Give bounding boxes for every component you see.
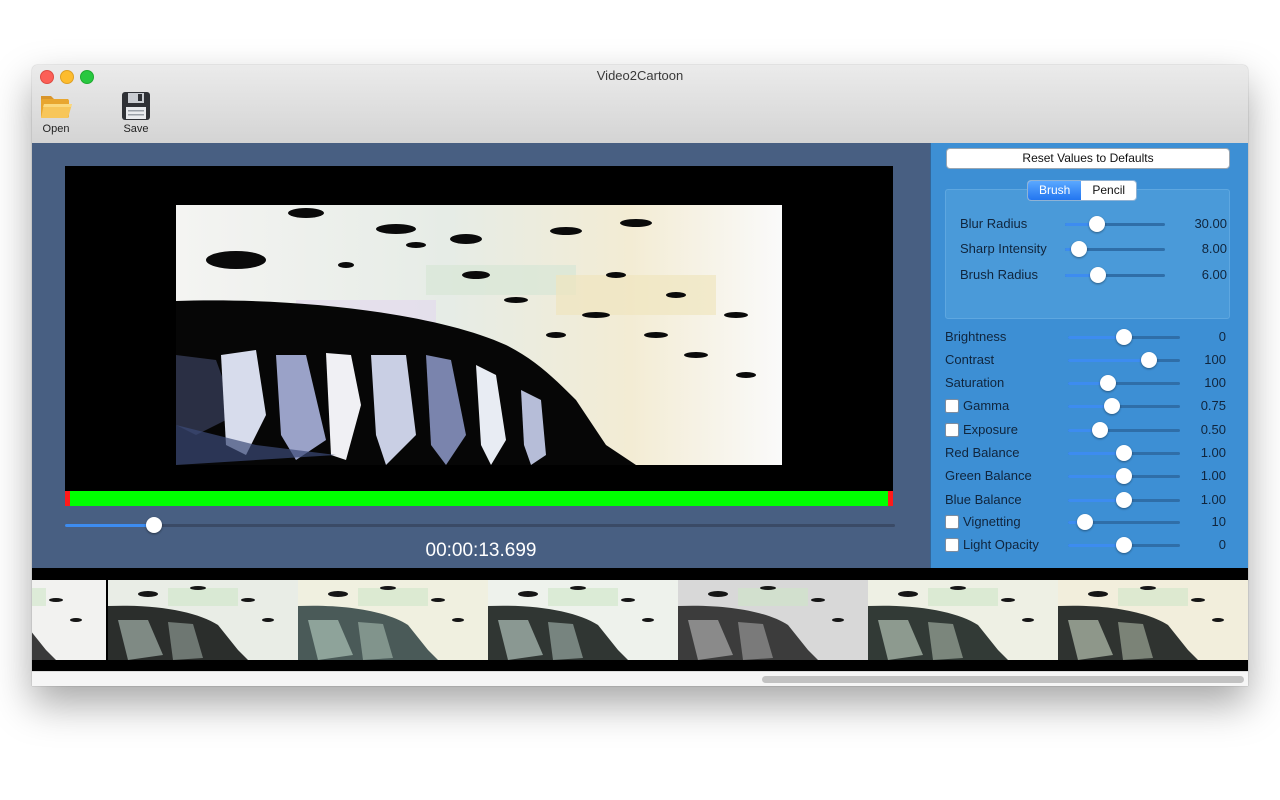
- seek-knob[interactable]: [145, 517, 162, 533]
- slider-row: Brightness 0: [945, 327, 1235, 347]
- horizontal-scroll-thumb[interactable]: [762, 676, 1244, 683]
- slider-row: Contrast 100: [945, 350, 1235, 370]
- mode-brush-segment[interactable]: Brush: [1028, 181, 1082, 200]
- video-preview: [65, 166, 893, 491]
- slider-row: Green Balance 1.00: [945, 466, 1235, 486]
- slider-label: Brightness: [945, 329, 1007, 344]
- slider-label: Green Balance: [945, 468, 1032, 483]
- trim-end-handle[interactable]: [888, 491, 893, 506]
- slider-value: 0: [1218, 329, 1226, 344]
- enable-checkbox[interactable]: [945, 399, 959, 413]
- seek-fill: [65, 524, 154, 527]
- mode-segmented-control[interactable]: Brush Pencil: [1027, 180, 1138, 201]
- open-label: Open: [42, 123, 70, 135]
- save-button[interactable]: Save: [111, 89, 161, 135]
- slider-row: Sharp Intensity 8.00: [960, 239, 1230, 259]
- seek-slider[interactable]: [65, 517, 895, 533]
- slider-value: 0.50: [1200, 422, 1226, 437]
- slider-value: 0.75: [1200, 398, 1226, 413]
- slider-value: 100: [1204, 375, 1226, 390]
- seek-track: [65, 524, 895, 527]
- enable-checkbox[interactable]: [945, 423, 959, 437]
- slider-label: Blur Radius: [960, 216, 1028, 231]
- slider-row: Saturation 100: [945, 373, 1235, 393]
- slider-row: Light Opacity 0: [945, 535, 1235, 555]
- open-button[interactable]: Open: [32, 89, 81, 135]
- slider-row: Red Balance 1.00: [945, 443, 1235, 463]
- horizontal-scrollbar[interactable]: [32, 671, 1248, 686]
- slider-knob[interactable]: [1071, 241, 1087, 257]
- slider-value: 1.00: [1200, 468, 1226, 483]
- settings-panel: Reset Values to Defaults Brush Pencil Bl…: [930, 143, 1248, 568]
- slider-row: Brush Radius 6.00: [960, 265, 1230, 285]
- filmstrip-frame[interactable]: [678, 580, 868, 660]
- slider-label: Blue Balance: [945, 492, 1022, 507]
- filmstrip-frame[interactable]: [488, 580, 678, 660]
- slider-knob[interactable]: [1116, 492, 1132, 508]
- slider-knob[interactable]: [1116, 329, 1132, 345]
- slider-row: Blur Radius 30.00: [960, 214, 1230, 234]
- slider-row: Vignetting 10: [945, 512, 1235, 532]
- enable-checkbox[interactable]: [945, 538, 959, 552]
- slider-value: 100: [1204, 352, 1226, 367]
- video-pane: 00:00:13.699: [32, 143, 930, 568]
- slider-label: Red Balance: [945, 445, 1020, 460]
- slider-label: Vignetting: [963, 514, 1021, 529]
- title-bar: Video2Cartoon Open Save: [32, 65, 1248, 144]
- slider-knob[interactable]: [1100, 375, 1117, 391]
- slider-knob[interactable]: [1116, 445, 1132, 461]
- filmstrip-frame[interactable]: [1058, 580, 1248, 660]
- slider-fill: [1068, 359, 1149, 362]
- slider-row: Blue Balance 1.00: [945, 490, 1235, 510]
- slider-value: 1.00: [1200, 445, 1226, 460]
- slider-label: Exposure: [963, 422, 1018, 437]
- timecode: 00:00:13.699: [425, 540, 537, 561]
- slider-label: Sharp Intensity: [960, 241, 1047, 256]
- slider-value: 8.00: [1201, 241, 1227, 256]
- slider-knob[interactable]: [1103, 398, 1120, 414]
- mode-pencil-segment[interactable]: Pencil: [1081, 181, 1136, 200]
- filmstrip-frame[interactable]: [868, 580, 1058, 660]
- filmstrip-frame[interactable]: [298, 580, 488, 660]
- slider-row: Gamma 0.75: [945, 396, 1235, 416]
- app-window: Video2Cartoon Open Save 00:00:13.699 Res…: [32, 65, 1248, 686]
- reset-defaults-button[interactable]: Reset Values to Defaults: [946, 148, 1230, 169]
- slider-value: 10: [1211, 514, 1226, 529]
- slider-knob[interactable]: [1090, 267, 1106, 283]
- filmstrip-frame[interactable]: [32, 580, 106, 660]
- main-area: 00:00:13.699 Reset Values to Defaults Br…: [32, 143, 1248, 568]
- slider-knob[interactable]: [1116, 537, 1132, 553]
- slider-knob[interactable]: [1116, 468, 1132, 484]
- slider-knob[interactable]: [1076, 514, 1093, 530]
- slider-knob[interactable]: [1092, 422, 1109, 438]
- enable-checkbox[interactable]: [945, 515, 959, 529]
- slider-label: Gamma: [963, 398, 1010, 413]
- folder-icon: [41, 96, 72, 118]
- trim-range-bar[interactable]: [65, 491, 893, 506]
- filmstrip[interactable]: [32, 568, 1248, 671]
- slider-label: Light Opacity: [963, 537, 1039, 552]
- slider-value: 30.00: [1194, 216, 1227, 231]
- save-label: Save: [123, 123, 149, 135]
- slider-row: Exposure 0.50: [945, 420, 1235, 440]
- slider-value: 1.00: [1200, 492, 1226, 507]
- trim-start-handle[interactable]: [65, 491, 70, 506]
- slider-label: Saturation: [945, 375, 1005, 390]
- filmstrip-frame[interactable]: [108, 580, 298, 660]
- slider-knob[interactable]: [1140, 352, 1157, 368]
- floppy-disk-icon: [122, 92, 150, 120]
- slider-knob[interactable]: [1089, 216, 1105, 232]
- slider-value: 0: [1218, 537, 1226, 552]
- slider-label: Brush Radius: [960, 267, 1039, 282]
- slider-label: Contrast: [945, 352, 995, 367]
- cartoonized-frame: [176, 205, 782, 465]
- slider-value: 6.00: [1201, 267, 1227, 282]
- window-title: Video2Cartoon: [596, 68, 684, 83]
